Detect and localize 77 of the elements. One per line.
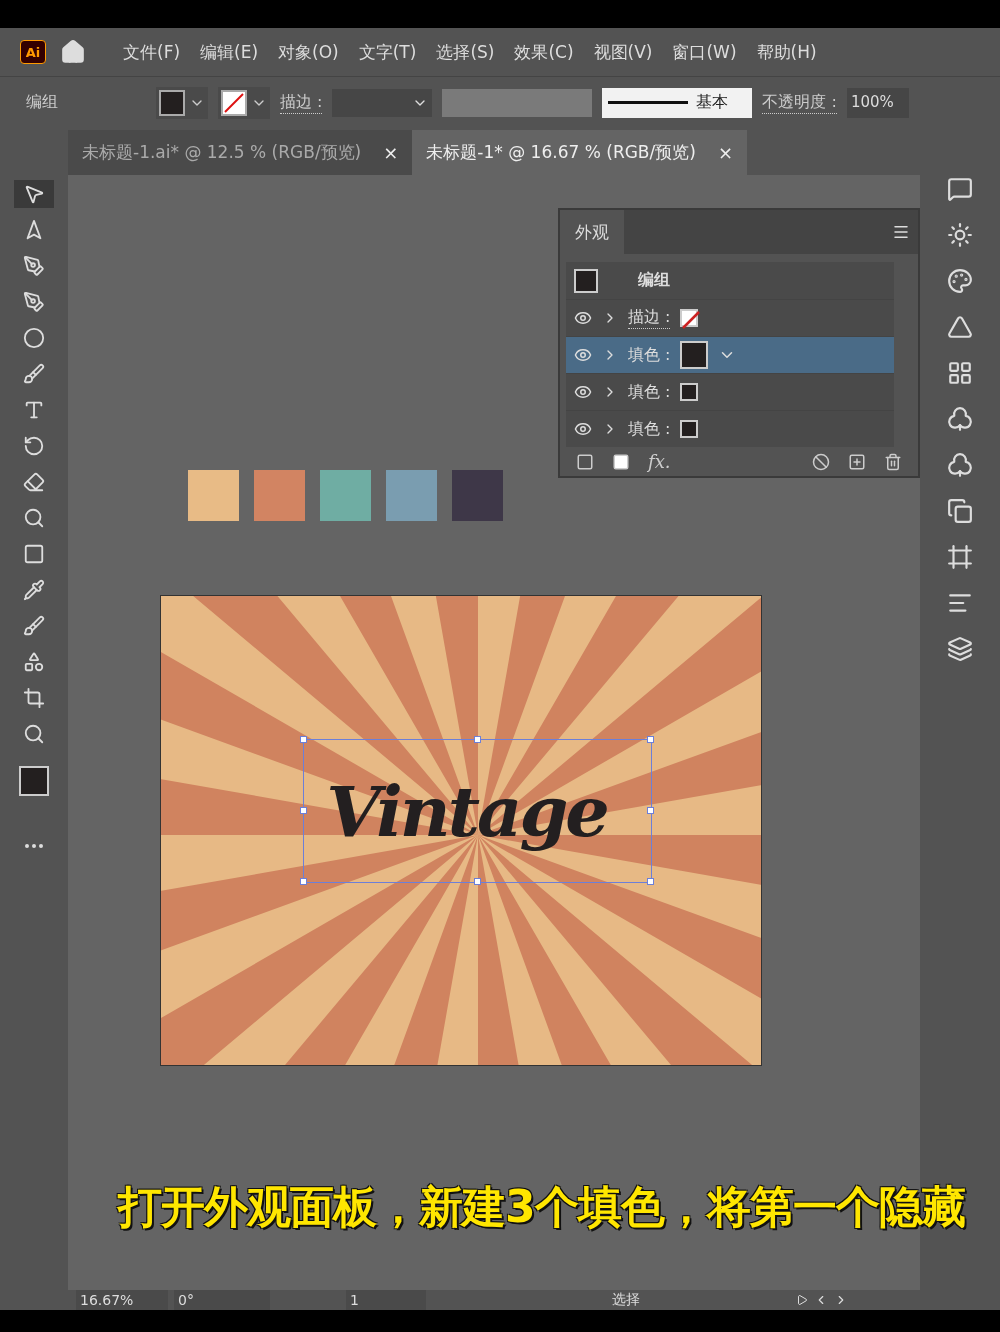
document-tab[interactable]: 未标题-1.ai* @ 12.5 % (RGB/预览) × (68, 130, 413, 175)
attribute-label: 填色 : (628, 381, 671, 403)
home-icon[interactable] (60, 39, 86, 65)
panel-icon[interactable] (947, 222, 973, 248)
attribute-label: 填色 : (628, 418, 671, 440)
tool-status: 选择 (612, 1291, 640, 1309)
panel-icon[interactable] (947, 636, 973, 662)
panel-icon[interactable] (947, 176, 973, 202)
menu-item[interactable]: 选择(S) (433, 40, 498, 64)
stroke-swatch[interactable] (680, 309, 699, 327)
panel-icon[interactable] (947, 498, 973, 524)
eye-icon[interactable] (574, 309, 592, 327)
add-stroke-icon[interactable] (576, 452, 594, 471)
opacity-field[interactable]: 100% (846, 87, 909, 118)
attribute-label: 填色 : (628, 344, 671, 366)
selection-label: 编组 (26, 92, 59, 113)
opacity-label: 不透明度 : (762, 91, 837, 114)
stroke-control[interactable] (218, 86, 270, 119)
panel-icon[interactable] (947, 544, 973, 570)
duplicate-icon[interactable] (848, 452, 866, 471)
stroke-line-icon (608, 101, 689, 104)
attribute-label: 描边 : (628, 307, 671, 329)
selection-handle[interactable] (300, 878, 307, 885)
menu-item[interactable]: 文字(T) (355, 40, 420, 64)
menu-item[interactable]: 文件(F) (120, 40, 184, 64)
delete-icon[interactable] (884, 452, 902, 471)
appearance-row[interactable]: 填色 : (566, 336, 894, 373)
menu-item[interactable]: 编辑(E) (197, 40, 262, 64)
no-stroke-icon (223, 91, 245, 114)
selection-handle[interactable] (300, 807, 307, 814)
selection-handle[interactable] (473, 736, 481, 743)
close-button[interactable]: × (717, 142, 733, 163)
menu-item[interactable]: 帮助(H) (753, 40, 820, 64)
panel-tab[interactable]: 外观 (560, 210, 624, 254)
app-logo: Ai (20, 40, 46, 64)
stroke-label: 描边 : (280, 91, 323, 114)
group-label: 编组 (638, 270, 670, 291)
artwork-text: Vintage (325, 768, 608, 855)
eye-icon[interactable] (574, 383, 592, 401)
selection-handle[interactable] (647, 807, 654, 814)
zoom-field[interactable]: 16.67% (76, 1290, 168, 1310)
selection-handle[interactable] (647, 878, 654, 885)
document-tab[interactable]: 未标题-1* @ 16.67 % (RGB/预览) × (412, 130, 747, 175)
menu-item[interactable]: 视图(V) (590, 40, 656, 64)
artboard-field[interactable]: 1 (346, 1290, 426, 1310)
selection-box[interactable]: Vintage (303, 739, 652, 883)
effects-button[interactable]: fx. (648, 451, 671, 472)
rotation-field[interactable]: 0° (174, 1290, 270, 1310)
fill-swatch[interactable] (680, 341, 709, 369)
menu-item[interactable]: 窗口(W) (669, 40, 740, 64)
caption: 打开外观面板，新建3个填色，将第一个隐藏 (118, 1180, 965, 1234)
color-swatches-icon[interactable] (19, 766, 49, 796)
panel-icon[interactable] (947, 452, 973, 478)
appearance-row[interactable]: 填色 : (566, 373, 894, 410)
panel-icon[interactable] (947, 406, 973, 432)
fill-swatch[interactable] (680, 420, 699, 438)
appearance-row[interactable]: 填色 : (566, 410, 894, 447)
panel-icon[interactable] (947, 268, 973, 294)
selection-handle[interactable] (647, 736, 654, 743)
fill-swatch[interactable] (680, 383, 699, 401)
panel-icon[interactable] (947, 314, 973, 340)
play-icon[interactable] (796, 1294, 808, 1306)
menu-item[interactable]: 对象(O) (275, 40, 342, 64)
menu-icon[interactable] (892, 223, 910, 241)
fill-control[interactable] (156, 86, 208, 119)
selection-handle[interactable] (473, 878, 481, 885)
clear-icon[interactable] (812, 452, 830, 471)
stroke-profile-dropdown[interactable]: 基本 (602, 87, 753, 118)
group-swatch (574, 268, 598, 293)
eye-icon[interactable] (574, 346, 592, 364)
panel-icon[interactable] (947, 360, 973, 386)
tool-icon[interactable] (14, 180, 54, 208)
eye-icon[interactable] (574, 420, 592, 438)
menu-item[interactable]: 效果(C) (511, 40, 577, 64)
add-fill-icon[interactable] (612, 452, 630, 471)
close-button[interactable]: × (383, 142, 399, 163)
selection-handle[interactable] (300, 736, 307, 743)
